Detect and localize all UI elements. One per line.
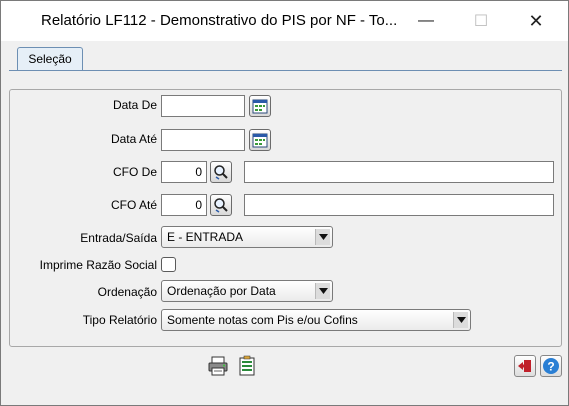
- chevron-down-icon: [453, 312, 468, 328]
- exit-button[interactable]: [514, 355, 536, 377]
- imprime-razao-social-checkbox[interactable]: [161, 257, 176, 272]
- search-icon: [214, 198, 228, 213]
- data-de-calendar-button[interactable]: [249, 95, 271, 117]
- data-de-label: Data De: [112, 98, 157, 112]
- maximize-button[interactable]: ☐: [458, 1, 504, 41]
- cfo-ate-label: CFO Até: [110, 198, 157, 212]
- entrada-saida-select[interactable]: E - ENTRADA: [161, 226, 333, 248]
- window-title: Relatório LF112 - Demonstrativo do PIS p…: [41, 12, 398, 29]
- data-ate-input[interactable]: [161, 129, 245, 151]
- cfo-de-search-button[interactable]: [210, 161, 232, 183]
- entrada-saida-value: E - ENTRADA: [167, 230, 244, 244]
- report-window: Relatório LF112 - Demonstrativo do PIS p…: [0, 0, 569, 406]
- ordenacao-label: Ordenação: [97, 285, 157, 299]
- data-ate-calendar-button[interactable]: [249, 129, 271, 151]
- cfo-ate-description: [244, 194, 554, 216]
- tipo-relatorio-select[interactable]: Somente notas com Pis e/ou Cofins: [161, 309, 471, 331]
- ordenacao-select[interactable]: Ordenação por Data: [161, 280, 333, 302]
- calendar-icon: [252, 99, 268, 114]
- close-button[interactable]: ✕: [513, 1, 559, 41]
- cfo-ate-input[interactable]: 0: [161, 194, 207, 216]
- calendar-icon: [252, 133, 268, 148]
- help-icon: ?: [543, 358, 559, 374]
- ordenacao-value: Ordenação por Data: [167, 284, 276, 298]
- data-ate-label: Data Até: [110, 132, 157, 146]
- print-button[interactable]: [206, 354, 230, 378]
- minimize-button[interactable]: —: [403, 1, 449, 41]
- imprime-razao-social-label: Imprime Razão Social: [39, 258, 157, 272]
- title-bar[interactable]: Relatório LF112 - Demonstrativo do PIS p…: [1, 1, 568, 41]
- chevron-down-icon: [315, 229, 330, 245]
- cfo-de-input[interactable]: 0: [161, 161, 207, 183]
- cfo-de-description: [244, 161, 554, 183]
- entrada-saida-label: Entrada/Saída: [80, 231, 157, 245]
- tipo-relatorio-value: Somente notas com Pis e/ou Cofins: [167, 313, 358, 327]
- svg-text:?: ?: [547, 360, 554, 374]
- data-de-input[interactable]: [161, 95, 245, 117]
- exit-icon: [518, 360, 531, 372]
- cfo-ate-search-button[interactable]: [210, 194, 232, 216]
- export-icon: [239, 355, 255, 376]
- printer-icon: [208, 356, 228, 376]
- export-button[interactable]: [235, 354, 259, 378]
- tab-selecao[interactable]: Seleção: [17, 47, 83, 71]
- selection-panel: Data De Data Até CFO De 0 CFO Até 0 Entr…: [9, 89, 562, 347]
- chevron-down-icon: [315, 283, 330, 299]
- search-icon: [214, 165, 228, 180]
- help-button[interactable]: ?: [540, 355, 562, 377]
- tipo-relatorio-label: Tipo Relatório: [82, 313, 157, 327]
- tab-divider: [9, 70, 562, 71]
- cfo-de-label: CFO De: [112, 165, 157, 179]
